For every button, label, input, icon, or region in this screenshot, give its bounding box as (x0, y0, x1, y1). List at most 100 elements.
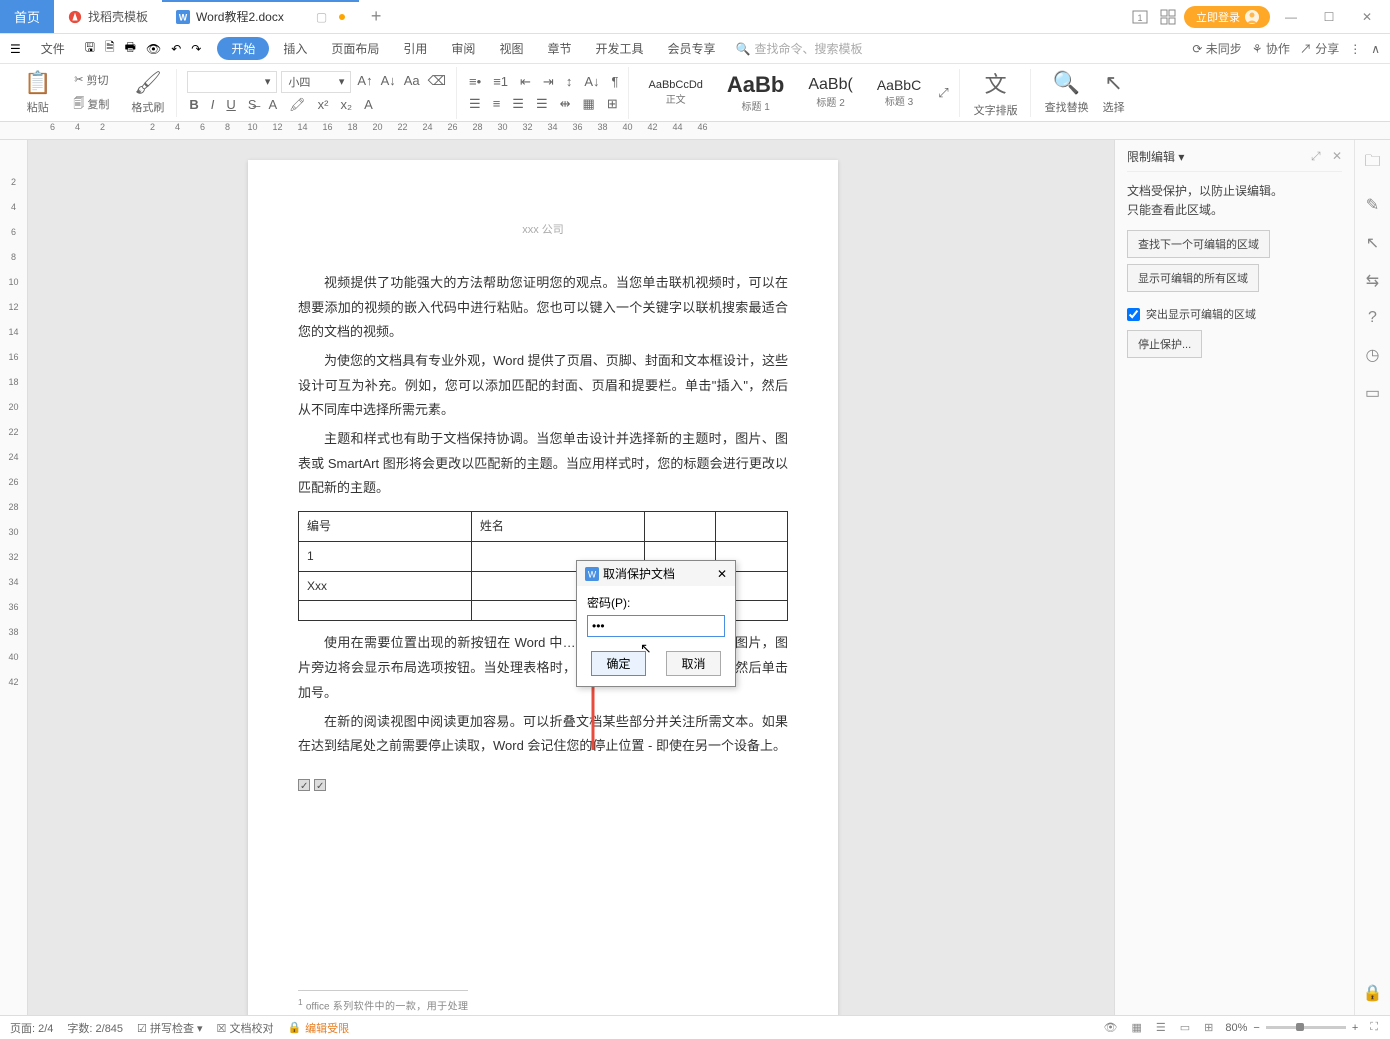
cut-button[interactable]: ✂剪切 (70, 70, 112, 90)
share-button[interactable]: ↗ 分享 (1300, 40, 1339, 57)
font-effects-button[interactable]: A (362, 95, 375, 114)
sort-button[interactable]: A↓ (582, 72, 601, 91)
distribute-button[interactable]: ⇹ (558, 94, 573, 114)
zoom-slider[interactable] (1266, 1026, 1346, 1029)
menu-layout[interactable]: 页面布局 (321, 36, 389, 61)
qat-undo-icon[interactable]: ↶ (171, 42, 181, 56)
align-justify-button[interactable]: ☰ (534, 94, 550, 114)
checkbox[interactable] (1127, 308, 1140, 321)
zoom-out-icon[interactable]: − (1253, 1022, 1259, 1034)
style-h2[interactable]: AaBb(标题 2 (799, 73, 861, 112)
collab-button[interactable]: ⚘ 协作 (1252, 40, 1290, 57)
pencil-icon[interactable]: ✎ (1366, 195, 1379, 215)
page-indicator[interactable]: 页面: 2/4 (10, 1020, 53, 1036)
help-icon[interactable]: ? (1368, 309, 1377, 327)
select-icon[interactable]: ↖ (1366, 233, 1379, 253)
settings-icon[interactable]: ⇆ (1366, 271, 1379, 291)
dialog-titlebar[interactable]: W取消保护文档 ✕ (577, 561, 735, 586)
document-canvas[interactable]: xxx 公司 视频提供了功能强大的方法帮助您证明您的观点。当您单击联机视频时，可… (28, 140, 1114, 1015)
qat-preview-icon[interactable]: 👁 (146, 42, 161, 56)
maximize-button[interactable]: ☐ (1312, 1, 1346, 33)
font-color-button[interactable]: A (266, 95, 279, 114)
tab-menu-icon[interactable]: ▢ (316, 10, 327, 24)
stop-protection-button[interactable]: 停止保护... (1127, 330, 1202, 358)
view-read-icon[interactable]: ⊞ (1202, 1019, 1215, 1036)
menu-insert[interactable]: 插入 (273, 36, 317, 61)
indent-dec-button[interactable]: ⇤ (518, 72, 533, 92)
new-tab-button[interactable]: + (359, 0, 393, 33)
menu-chapter[interactable]: 章节 (537, 36, 581, 61)
clock-icon[interactable]: ◷ (1366, 345, 1380, 365)
menu-start[interactable]: 开始 (217, 37, 269, 60)
command-search[interactable]: 🔍 查找命令、搜索模板 (736, 40, 863, 57)
show-all-regions-button[interactable]: 显示可编辑的所有区域 (1127, 264, 1259, 292)
collapse-ribbon-icon[interactable]: ∧ (1371, 42, 1380, 56)
pin-icon[interactable]: ⤢ (1311, 149, 1321, 163)
style-body[interactable]: AaBbCcDd正文 (639, 76, 711, 109)
view-outline-icon[interactable]: ☰ (1154, 1019, 1168, 1036)
tab-home[interactable]: 首页 (0, 0, 54, 33)
zoom-control[interactable]: 80% − + (1225, 1022, 1358, 1034)
spell-check-toggle[interactable]: ☑ 拼写检查 ▾ (137, 1020, 203, 1036)
menu-ref[interactable]: 引用 (393, 36, 437, 61)
password-input[interactable] (587, 615, 725, 637)
align-center-button[interactable]: ≡ (491, 94, 503, 113)
find-next-region-button[interactable]: 查找下一个可编辑的区域 (1127, 230, 1270, 258)
format-painter-button[interactable]: 🖌格式刷 (127, 69, 168, 117)
view-print-icon[interactable]: ▦ (1129, 1019, 1143, 1036)
proof-toggle[interactable]: ☒ 文档校对 (217, 1020, 274, 1036)
zoom-in-icon[interactable]: + (1352, 1022, 1358, 1034)
fullscreen-icon[interactable]: ⛶ (1368, 1019, 1380, 1036)
copy-button[interactable]: 🗐复制 (69, 93, 113, 116)
bold-button[interactable]: B (187, 95, 200, 114)
tab-document[interactable]: W Word教程2.docx ▢ (162, 0, 359, 33)
reading-icon[interactable]: ▭ (1365, 383, 1380, 403)
paste-button[interactable]: 📋粘贴 (20, 69, 55, 117)
style-h1[interactable]: AaBb标题 1 (718, 69, 793, 116)
more-icon[interactable]: ⋮ (1349, 42, 1361, 56)
app-grid-icon[interactable] (1156, 5, 1180, 29)
shading-button[interactable]: ▦ (581, 94, 597, 114)
qat-print-icon[interactable]: 🖶 (125, 38, 136, 59)
font-size-select[interactable]: 小四▾ (281, 71, 351, 93)
menu-view[interactable]: 视图 (489, 36, 533, 61)
eye-icon[interactable]: 👁 (1102, 1019, 1120, 1036)
tab-template[interactable]: 找稻壳模板 (54, 0, 162, 33)
word-count[interactable]: 字数: 2/845 (67, 1020, 123, 1036)
strike-button[interactable]: S̶ (246, 95, 259, 114)
file-menu[interactable]: 文件 (31, 36, 75, 61)
qat-redo-icon[interactable]: ↷ (191, 42, 201, 56)
menu-icon[interactable]: ☰ (10, 42, 21, 56)
style-h3[interactable]: AaBbC标题 3 (868, 74, 930, 111)
login-button[interactable]: 立即登录 (1184, 6, 1270, 28)
change-case-button[interactable]: Aa (402, 71, 422, 93)
dialog-close-button[interactable]: ✕ (717, 567, 727, 581)
menu-vip[interactable]: 会员专享 (657, 36, 725, 61)
indent-inc-button[interactable]: ⇥ (541, 72, 556, 92)
clear-format-button[interactable]: ⌫ (426, 71, 448, 93)
view-web-icon[interactable]: ▭ (1178, 1019, 1192, 1036)
qat-saveas-icon[interactable]: 🗎 (105, 38, 115, 59)
cancel-button[interactable]: 取消 (666, 651, 720, 676)
panel-close-icon[interactable]: ✕ (1332, 149, 1342, 163)
bullets-button[interactable]: ≡• (467, 72, 483, 91)
grow-font-button[interactable]: A↑ (355, 71, 374, 93)
menu-dev[interactable]: 开发工具 (585, 36, 653, 61)
layout-1-icon[interactable]: 1 (1128, 5, 1152, 29)
subscript-button[interactable]: x₂ (339, 95, 355, 114)
superscript-button[interactable]: x² (316, 95, 331, 114)
edit-locked-indicator[interactable]: 🔒编辑受限 (287, 1020, 349, 1036)
menu-review[interactable]: 审阅 (441, 36, 485, 61)
sync-status[interactable]: ⟳ 未同步 (1192, 40, 1241, 57)
numbering-button[interactable]: ≡1 (491, 72, 510, 91)
ok-button[interactable]: 确定 (591, 651, 645, 676)
shrink-font-button[interactable]: A↓ (379, 71, 398, 93)
close-button[interactable]: ✕ (1350, 1, 1384, 33)
underline-button[interactable]: U (224, 95, 237, 114)
italic-button[interactable]: I (209, 95, 217, 114)
highlight-button[interactable]: 🖍 (287, 95, 308, 115)
minimize-button[interactable]: — (1274, 1, 1308, 33)
styles-more-button[interactable]: ⤢ (936, 83, 950, 103)
line-spacing-button[interactable]: ↕ (564, 72, 575, 91)
lock-icon[interactable]: 🔒 (1363, 983, 1383, 1003)
